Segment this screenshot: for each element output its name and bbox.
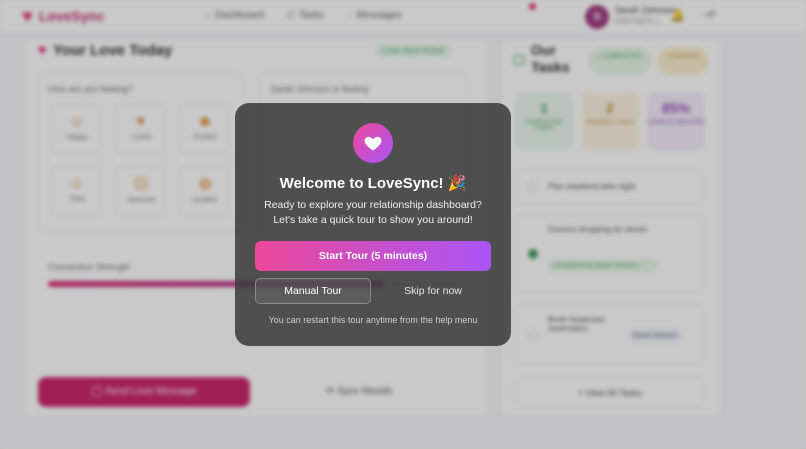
welcome-tour-modal: Welcome to LoveSync! 🎉 Ready to explore … [235, 103, 511, 346]
start-tour-button[interactable]: Start Tour (5 minutes) [255, 241, 491, 271]
modal-subtitle: Ready to explore your relationship dashb… [264, 199, 482, 226]
manual-tour-button[interactable]: Manual Tour [255, 278, 371, 304]
modal-note: You can restart this tour anytime from t… [268, 315, 478, 325]
skip-tour-button[interactable]: Skip for now [385, 278, 481, 304]
heart-icon [353, 123, 393, 163]
modal-title: Welcome to LoveSync! 🎉 [279, 175, 467, 192]
